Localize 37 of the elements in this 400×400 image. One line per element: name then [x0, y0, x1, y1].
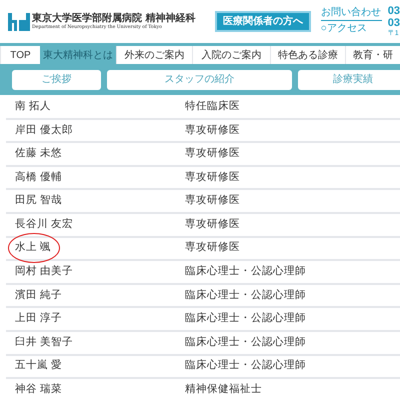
staff-name: 神谷 瑞菜	[14, 382, 63, 398]
contact-link[interactable]: お問い合わせ	[320, 6, 382, 21]
staff-role: 臨床心理士・公認心理師	[185, 288, 306, 303]
staff-button[interactable]: 医療関係者の方へ	[215, 11, 311, 32]
staff-role: 特任臨床医	[185, 98, 240, 114]
staff-role: 専攻研修医	[185, 122, 240, 138]
submenu-button[interactable]: 診療実績	[298, 70, 400, 90]
staff-name: 上田 淳子	[14, 311, 63, 326]
staff-name: 水上 颯	[14, 240, 52, 256]
staff-role: 専攻研修医	[185, 193, 240, 208]
staff-name: 南 拓人	[14, 98, 52, 114]
nav-tab[interactable]: 東大精神科とは	[40, 46, 116, 64]
staff-name: 高橋 優輔	[14, 170, 63, 185]
staff-role: 精神保健福祉士	[185, 382, 262, 398]
submenu-button[interactable]: スタッフの紹介	[107, 70, 292, 90]
staff-name: 濱田 純子	[14, 288, 63, 303]
staff-name: 田尻 智哉	[14, 193, 63, 208]
staff-role: 臨床心理士・公認心理師	[185, 264, 306, 280]
staff-role: 臨床心理士・公認心理師	[185, 334, 306, 350]
logo-icon	[8, 12, 30, 30]
phone-number: 03	[388, 5, 400, 17]
staff-name: 臼井 美智子	[14, 334, 74, 350]
staff-role: 臨床心理士・公認心理師	[185, 311, 306, 326]
access-link[interactable]: ○アクセス	[320, 21, 382, 37]
phone-number: 03	[388, 17, 400, 29]
staff-name: 五十嵐 愛	[14, 358, 63, 374]
submenu-button[interactable]: ご挨拶	[12, 70, 101, 90]
staff-role: 専攻研修医	[185, 216, 240, 232]
logo-title: 東京大学医学部附属病院 精神神経科	[32, 12, 196, 24]
staff-name: 岸田 優太郎	[14, 122, 74, 138]
staff-role: 臨床心理士・公認心理師	[185, 358, 306, 374]
staff-name: 長谷川 友宏	[14, 216, 74, 232]
staff-name: 佐藤 未悠	[14, 146, 63, 162]
staff-role: 専攻研修医	[185, 240, 240, 256]
staff-name: 岡村 由美子	[14, 264, 74, 280]
staff-role: 専攻研修医	[185, 170, 240, 185]
staff-role: 専攻研修医	[185, 146, 240, 162]
